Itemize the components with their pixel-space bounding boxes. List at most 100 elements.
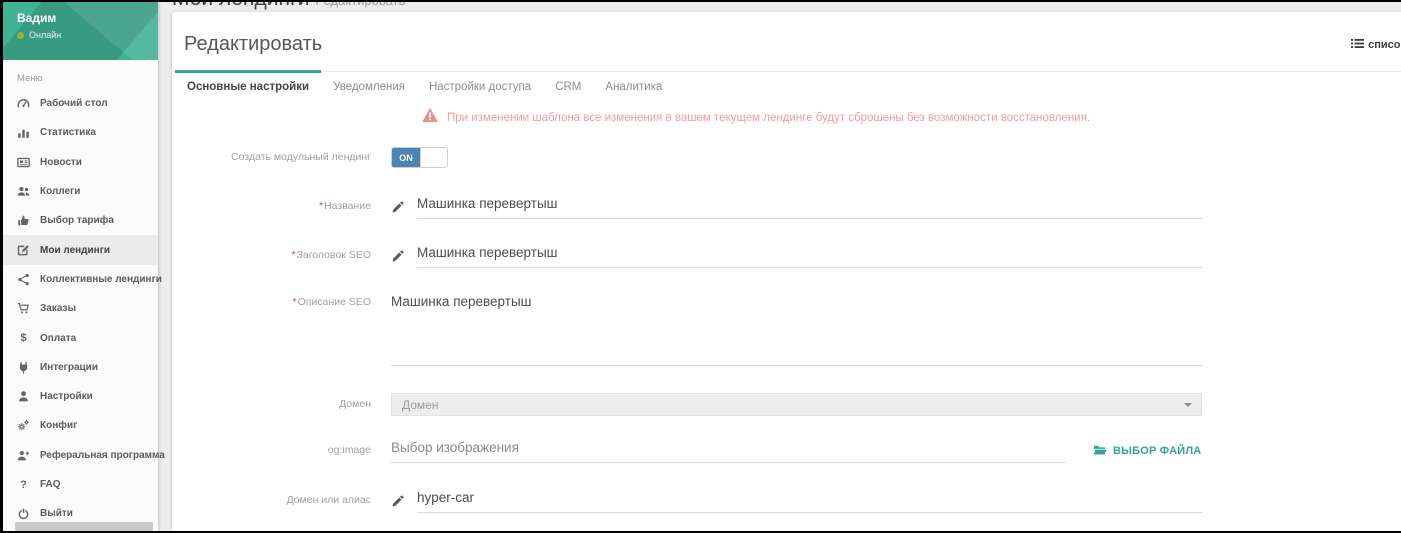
sidebar-item-tariff[interactable]: Выбор тарифа [3, 206, 158, 235]
sidebar-item-integrations[interactable]: Интеграции [3, 353, 158, 382]
sidebar-item-news[interactable]: Новости [3, 148, 158, 177]
tab-main-settings[interactable]: Основные настройки [175, 72, 321, 106]
sidebar-item-colleagues[interactable]: Коллеги [3, 177, 158, 206]
sidebar-item-settings[interactable]: Настройки [3, 382, 158, 411]
list-button-label: список [1368, 39, 1401, 51]
sidebar-item-label: Интеграции [40, 362, 98, 373]
og-image-input[interactable] [391, 439, 1066, 463]
folder-icon [1093, 444, 1107, 459]
user-panel: Вадим Онлайн [3, 2, 158, 60]
sidebar-item-referral[interactable]: Реферальная программа [3, 441, 158, 470]
power-icon [16, 507, 31, 520]
toggle-handle [420, 148, 447, 167]
field-row-alias: Домен или алиас [172, 489, 1401, 513]
toggle-on-label: ON [392, 148, 420, 167]
domain-select-value: Домен [402, 398, 439, 412]
edit-card: Редактировать список Основные настройкиУ… [172, 12, 1401, 531]
tariff-icon [16, 214, 31, 227]
sidebar-item-label: Новости [40, 157, 82, 168]
sidebar-item-label: Рабочий стол [40, 98, 108, 109]
field-row-seo-description: *Описание SEO Машинка перевертыш [172, 294, 1401, 366]
news-icon [16, 156, 31, 169]
sidebar-item-label: Реферальная программа [40, 450, 165, 461]
cart-icon [16, 302, 31, 315]
user-status-label: Онлайн [29, 30, 61, 40]
pencil-icon [391, 250, 404, 263]
question-icon: ? [16, 479, 31, 491]
field-row-og-image: og:image ВЫБОР ФАЙЛА [172, 439, 1401, 463]
modular-toggle-switch[interactable]: ON [391, 147, 448, 168]
sidebar-item-label: Выйти [40, 508, 73, 519]
sidebar-item-label: Мои лендинги [40, 245, 110, 256]
sidebar-item-label: Выбор тарифа [40, 215, 114, 226]
card-header: Редактировать список [172, 12, 1401, 71]
domain-label: Домен [172, 398, 391, 412]
sidebar-item-dashboard[interactable]: Рабочий стол [3, 89, 158, 118]
user-name: Вадим [17, 11, 56, 25]
sidebar-item-collective-landings[interactable]: Коллективные лендинги [3, 265, 158, 294]
og-image-label: og:image [172, 444, 391, 458]
sidebar-item-label: Конфиг [40, 420, 77, 431]
sidebar-item-label: Оплата [40, 333, 76, 344]
seo-title-label: *Заголовок SEO [172, 249, 391, 263]
sidebar-item-label: Коллеги [40, 186, 80, 197]
tab-analytics[interactable]: Аналитика [593, 72, 674, 106]
choose-file-label: ВЫБОР ФАЙЛА [1113, 445, 1201, 457]
sidebar: Вадим Онлайн Меню Рабочий столСтатистика… [3, 2, 158, 531]
sidebar-item-label: Статистика [40, 127, 96, 138]
dollar-icon: $ [16, 332, 31, 344]
sidebar-item-label: Настройки [40, 391, 93, 402]
stats-icon [16, 126, 31, 139]
dashboard-icon [16, 97, 31, 110]
name-label: *Название [172, 200, 391, 214]
sidebar-item-stats[interactable]: Статистика [3, 118, 158, 147]
user-icon [16, 390, 31, 403]
sidebar-item-my-landings[interactable]: Мои лендинги [3, 235, 158, 264]
warning-triangle-icon [422, 108, 438, 127]
card-title: Редактировать [184, 33, 1401, 56]
tab-crm[interactable]: CRM [543, 72, 593, 106]
pencil-icon [391, 201, 404, 214]
tab-notifications[interactable]: Уведомления [321, 72, 417, 106]
user-status: Онлайн [17, 30, 61, 40]
page-title: Мои лендинги [172, 2, 309, 10]
main-area: Мои лендинги Редактировать Редактировать … [158, 2, 1401, 531]
warning-banner: При изменении шаблона все изменения в ва… [422, 108, 1401, 127]
name-input[interactable] [417, 195, 1202, 219]
pencil-icon [391, 495, 404, 508]
field-row-name: *Название [172, 195, 1401, 219]
field-row-seo-title: *Заголовок SEO [172, 244, 1401, 268]
page-title-clipped: Мои лендинги Редактировать [158, 2, 1401, 12]
field-row-domain: Домен Домен [172, 393, 1401, 416]
sidebar-item-config[interactable]: Конфиг [3, 411, 158, 440]
alias-input[interactable] [417, 489, 1202, 513]
list-icon [1351, 38, 1364, 52]
cogs-icon [16, 419, 31, 432]
app-window: Вадим Онлайн Меню Рабочий столСтатистика… [3, 2, 1401, 531]
sidebar-menu: Рабочий стол Статистика Новости Коллеги Выбо… [3, 89, 158, 528]
sidebar-item-label: FAQ [40, 479, 61, 490]
choose-file-button[interactable]: ВЫБОР ФАЙЛА [1093, 444, 1201, 459]
modular-toggle-label: Создать модульный лендинг [172, 151, 391, 165]
colleagues-icon [16, 185, 31, 198]
online-status-dot-icon [17, 32, 24, 39]
seo-title-input[interactable] [417, 244, 1202, 268]
landings-icon [16, 244, 31, 257]
sidebar-footer-block [15, 522, 153, 531]
tab-access-settings[interactable]: Настройки доступа [417, 72, 543, 106]
seo-description-textarea[interactable]: Машинка перевертыш [391, 294, 1202, 366]
sidebar-item-orders[interactable]: Заказы [3, 294, 158, 323]
tab-bar: Основные настройкиУведомленияНастройки д… [172, 71, 1401, 106]
sidebar-item-label: Коллективные лендинги [40, 274, 162, 285]
plug-icon [16, 361, 31, 374]
sidebar-item-label: Заказы [40, 303, 76, 314]
user-plus-icon [16, 449, 31, 462]
alias-label: Домен или алиас [172, 494, 391, 508]
sidebar-item-faq[interactable]: ? FAQ [3, 470, 158, 499]
field-row-modular: Создать модульный лендинг ON [172, 147, 1401, 168]
domain-select[interactable]: Домен [391, 393, 1202, 416]
breadcrumb: Редактировать [315, 2, 405, 8]
seo-description-label: *Описание SEO [172, 294, 391, 310]
sidebar-item-payment[interactable]: $ Оплата [3, 323, 158, 352]
list-button[interactable]: список [1351, 38, 1401, 52]
